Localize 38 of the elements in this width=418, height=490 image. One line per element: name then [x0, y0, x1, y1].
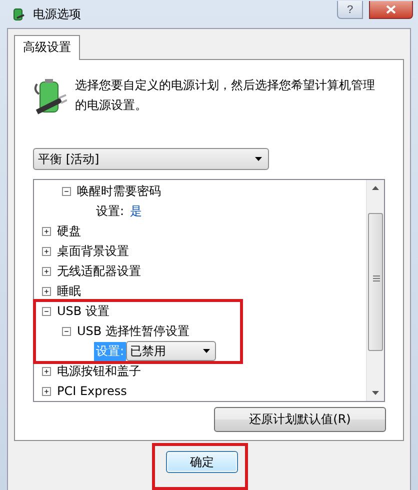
dropdown-arrow-icon — [203, 349, 210, 353]
tree-item[interactable]: USB 选择性暂停设置 — [77, 322, 190, 340]
tree-item[interactable]: 无线适配器设置 — [57, 262, 141, 280]
tree-item[interactable]: 睡眠 — [57, 282, 81, 300]
tree-item[interactable]: PCI Express — [57, 384, 127, 398]
ok-button[interactable]: 确定 — [166, 451, 238, 473]
scroll-down-icon[interactable] — [372, 391, 379, 395]
setting-value[interactable]: 是 — [130, 202, 142, 220]
collapse-icon[interactable] — [42, 306, 51, 316]
window-title: 电源选项 — [33, 6, 82, 22]
tree-item[interactable]: 唤醒时需要密码 — [77, 182, 161, 200]
close-icon — [386, 5, 396, 14]
scrollbar[interactable] — [366, 180, 384, 401]
scroll-thumb[interactable] — [368, 213, 383, 351]
tree-item[interactable]: USB 设置 — [57, 302, 110, 320]
expand-icon[interactable] — [42, 246, 51, 256]
setting-label: 设置: — [95, 202, 126, 220]
expand-icon[interactable] — [42, 266, 51, 276]
restore-defaults-button[interactable]: 还原计划默认值(R) — [214, 407, 386, 432]
collapse-icon[interactable] — [62, 326, 71, 336]
expand-icon[interactable] — [42, 366, 51, 376]
collapse-icon[interactable] — [62, 186, 71, 196]
help-button[interactable]: ? — [337, 1, 363, 19]
expand-icon[interactable] — [42, 286, 51, 296]
scroll-up-icon[interactable] — [372, 186, 379, 190]
tree-item[interactable]: 桌面背景设置 — [57, 242, 129, 260]
expand-icon[interactable] — [42, 386, 51, 396]
battery-plug-icon — [11, 6, 27, 22]
setting-dropdown[interactable]: 已禁用 — [126, 341, 216, 361]
tab[interactable]: 高级设置 — [14, 35, 80, 60]
dropdown-arrow-icon — [255, 157, 262, 161]
plan-dropdown[interactable]: 平衡 [活动] — [33, 148, 269, 170]
tree-item[interactable]: 电源按钮和盖子 — [57, 362, 141, 380]
setting-label: 设置: — [94, 342, 126, 360]
description-text: 选择您要自定义的电源计划，然后选择您希望计算机管理的电源设置。 — [75, 77, 376, 114]
close-button[interactable] — [369, 1, 413, 19]
tree-item[interactable]: 硬盘 — [57, 222, 81, 240]
expand-icon[interactable] — [42, 226, 51, 236]
